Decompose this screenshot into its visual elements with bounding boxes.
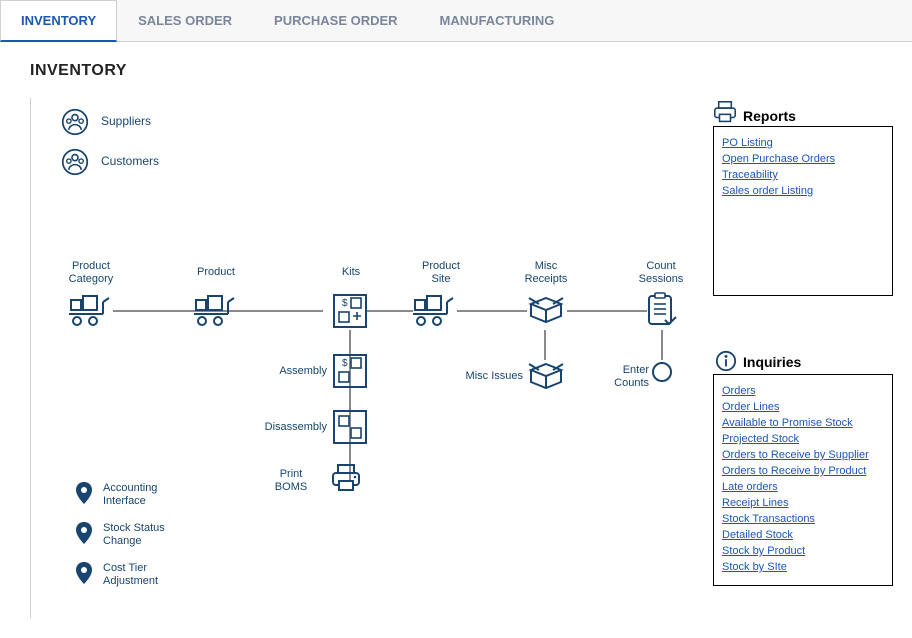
kit-icon[interactable] (333, 410, 367, 444)
inquiry-link[interactable]: Stock Transactions (722, 513, 884, 525)
reports-title: Reports (743, 108, 796, 124)
reports-box: PO Listing Open Purchase Orders Traceabi… (713, 126, 893, 296)
label-misc-receipts: Misc Receipts (516, 260, 576, 285)
tab-bar: INVENTORY SALES ORDER PURCHASE ORDER MAN… (0, 0, 912, 42)
inquiry-link[interactable]: Detailed Stock (722, 529, 884, 541)
kit-icon[interactable]: $ (333, 294, 367, 328)
label-misc-issues: Misc Issues (455, 370, 523, 383)
pin-icon[interactable] (75, 522, 93, 544)
connector (661, 330, 663, 360)
tab-inventory[interactable]: INVENTORY (0, 0, 117, 42)
checklist-icon[interactable] (647, 292, 677, 328)
diagram-canvas: Suppliers Customers Product Category Pro… (30, 98, 890, 618)
suppliers-link[interactable]: Suppliers (101, 114, 151, 128)
label-count-sessions: Count Sessions (626, 260, 696, 285)
customers-link[interactable]: Customers (101, 154, 159, 168)
inquiries-title: Inquiries (743, 354, 801, 370)
cart-icon[interactable] (69, 294, 113, 328)
inquiry-link[interactable]: Projected Stock (722, 433, 884, 445)
label-stock-status-change[interactable]: Stock Status Change (103, 522, 193, 547)
label-product-category: Product Category (61, 260, 121, 285)
pin-icon[interactable] (75, 562, 93, 584)
label-product: Product (186, 266, 246, 279)
open-box-icon[interactable] (527, 294, 565, 328)
info-icon (715, 350, 737, 372)
connector (544, 330, 546, 360)
inquiries-box: Orders Order Lines Available to Promise … (713, 374, 893, 586)
inquiry-link[interactable]: Receipt Lines (722, 497, 884, 509)
circle-icon[interactable] (652, 362, 672, 382)
tab-manufacturing[interactable]: MANUFACTURING (419, 0, 576, 41)
label-product-site: Product Site (411, 260, 471, 285)
printer-icon (713, 101, 737, 123)
cart-icon[interactable] (194, 294, 238, 328)
label-accounting-interface[interactable]: Accounting Interface (103, 482, 193, 507)
people-icon (61, 108, 89, 136)
inquiry-link[interactable]: Stock by SIte (722, 561, 884, 573)
report-link[interactable]: PO Listing (722, 137, 884, 149)
connector (567, 310, 647, 312)
label-disassembly: Disassembly (247, 421, 327, 434)
label-enter-counts: Enter Counts (605, 364, 649, 389)
report-link[interactable]: Sales order Listing (722, 185, 884, 197)
inquiry-link[interactable]: Stock by Product (722, 545, 884, 557)
inquiry-link[interactable]: Orders to Receive by Supplier (722, 449, 884, 461)
cart-icon[interactable] (413, 294, 457, 328)
kit-icon[interactable]: $ (333, 354, 367, 388)
tab-sales-order[interactable]: SALES ORDER (117, 0, 253, 41)
open-box-icon[interactable] (527, 360, 565, 394)
inquiry-link[interactable]: Late orders (722, 481, 884, 493)
label-cost-tier-adjustment[interactable]: Cost Tier Adjustment (103, 562, 193, 587)
report-link[interactable]: Traceability (722, 169, 884, 181)
svg-text:$: $ (342, 298, 348, 309)
label-assembly: Assembly (257, 365, 327, 378)
report-link[interactable]: Open Purchase Orders (722, 153, 884, 165)
connector (457, 310, 527, 312)
label-print-boms: Print BOMS (263, 468, 319, 493)
svg-text:$: $ (342, 358, 348, 369)
label-kits: Kits (326, 266, 376, 279)
page-title: INVENTORY (30, 62, 892, 80)
inquiry-link[interactable]: Order Lines (722, 401, 884, 413)
tab-purchase-order[interactable]: PURCHASE ORDER (253, 0, 419, 41)
people-icon (61, 148, 89, 176)
connector (367, 310, 413, 312)
printer-icon[interactable] (331, 464, 361, 492)
connector (349, 330, 351, 480)
inquiry-link[interactable]: Orders (722, 385, 884, 397)
inquiry-link[interactable]: Available to Promise Stock (722, 417, 884, 429)
pin-icon[interactable] (75, 482, 93, 504)
inquiry-link[interactable]: Orders to Receive by Product (722, 465, 884, 477)
